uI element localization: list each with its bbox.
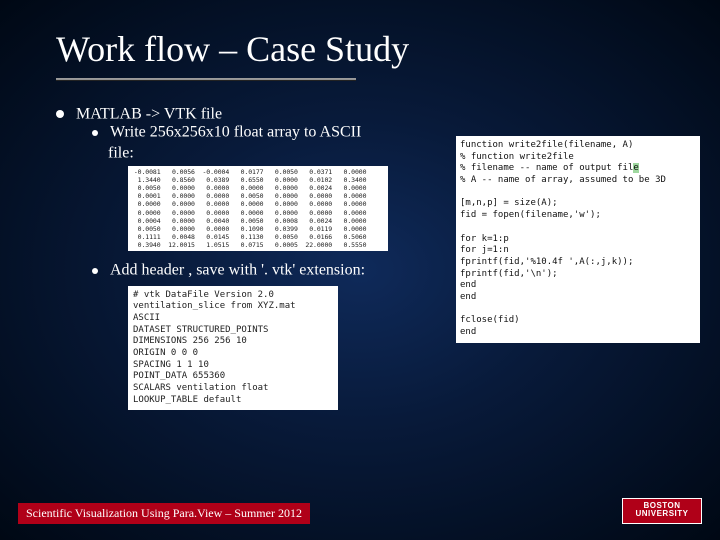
code-line: fclose(fid): [460, 315, 696, 327]
code-line: [460, 304, 696, 316]
code-line: fid = fopen(filename,'w');: [460, 210, 696, 222]
code-line: ASCII: [133, 313, 333, 325]
code-line: DATASET STRUCTURED_POINTS: [133, 325, 333, 337]
table-row: 0.0050 0.0000 0.0000 0.1090 0.0399 0.011…: [130, 225, 386, 233]
code-line: POINT_DATA 655360: [133, 371, 333, 383]
bullet-icon: [92, 268, 98, 274]
code-line: % function write2file: [460, 152, 696, 164]
code-line: ventilation_slice from XYZ.mat: [133, 301, 333, 313]
code-line: LOOKUP_TABLE default: [133, 395, 333, 407]
table-row: 0.0001 0.0000 0.0000 0.0050 0.0000 0.000…: [130, 192, 386, 200]
code-line: [460, 222, 696, 234]
table-row: 0.0000 0.0000 0.0000 0.0000 0.0000 0.000…: [130, 209, 386, 217]
bullet-icon: [56, 110, 64, 118]
code-line: fprintf(fid,'%10.4f ',A(:,j,k));: [460, 257, 696, 269]
code-line: end: [460, 292, 696, 304]
code-line: end: [460, 280, 696, 292]
table-row: 0.0004 0.0000 0.0040 0.0050 0.0008 0.002…: [130, 217, 386, 225]
table-row: 0.1111 0.0048 0.0145 0.1130 0.0050 0.016…: [130, 233, 386, 241]
vtk-header-box: # vtk DataFile Version 2.0 ventilation_s…: [128, 286, 338, 411]
code-line: fprintf(fid,'\n');: [460, 269, 696, 281]
code-line: # vtk DataFile Version 2.0: [133, 290, 333, 302]
code-line: for k=1:p: [460, 234, 696, 246]
table-row: 1.3440 0.8560 0.0389 0.6550 0.0000 0.010…: [130, 176, 386, 184]
highlight: e: [633, 163, 638, 173]
logo-line: UNIVERSITY: [623, 510, 701, 518]
code-line: % filename -- name of output file: [460, 163, 696, 175]
table-row: 0.3940 12.0015 1.0515 0.0715 0.0005 22.0…: [130, 241, 386, 249]
code-line: end: [460, 327, 696, 339]
code-line: ORIGIN 0 0 0: [133, 348, 333, 360]
code-line: [m,n,p] = size(A);: [460, 198, 696, 210]
slide-title: Work flow – Case Study: [0, 0, 720, 78]
matlab-code-box: function write2file(filename, A) % funct…: [456, 136, 700, 343]
bullet-text: Add header , save with '. vtk' extension…: [110, 262, 365, 279]
bullet-text: file:: [108, 144, 134, 161]
table-row: 0.0000 0.0000 0.0000 0.0000 0.0000 0.000…: [130, 200, 386, 208]
boston-university-logo: BOSTON UNIVERSITY: [622, 498, 702, 524]
bullet-text: Write 256x256x10 float array to ASCII: [110, 124, 361, 141]
code-line: % A -- name of array, assumed to be 3D: [460, 175, 696, 187]
bullet-icon: [92, 130, 98, 136]
code-line: function write2file(filename, A): [460, 140, 696, 152]
code-line: [460, 187, 696, 199]
code-line: SCALARS ventilation float: [133, 383, 333, 395]
table-row: 0.0050 0.0000 0.0000 0.0000 0.0000 0.002…: [130, 184, 386, 192]
code-line: for j=1:n: [460, 245, 696, 257]
numeric-data-table: -0.0081 0.0056 -0.0004 0.0177 0.0050 0.0…: [128, 166, 388, 251]
code-line: DIMENSIONS 256 256 10: [133, 336, 333, 348]
code-line: SPACING 1 1 10: [133, 360, 333, 372]
bullet-text: MATLAB -> VTK file: [76, 105, 222, 122]
footer-label: Scientific Visualization Using Para.View…: [18, 503, 310, 524]
table-row: -0.0081 0.0056 -0.0004 0.0177 0.0050 0.0…: [130, 168, 386, 176]
